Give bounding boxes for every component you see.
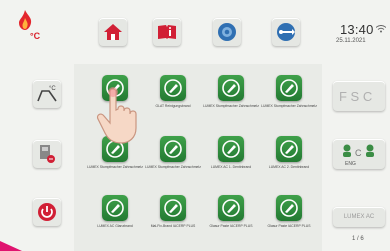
info-button[interactable] xyxy=(153,18,181,46)
program-tile[interactable]: Glasur Paste IACERP PLUS xyxy=(198,195,264,228)
wifi-icon xyxy=(376,25,386,33)
pressing-button[interactable] xyxy=(33,140,61,168)
program-brush-icon xyxy=(276,195,302,221)
program-tile[interactable]: Mal-Fix-Brand IACERP PLUS xyxy=(140,195,206,228)
program-label: LUMEX Stumpfmacher Zahnschmelz xyxy=(145,165,201,169)
program-tile[interactable]: LUMEX Stumpfmacher Zahnschmelz xyxy=(256,75,322,108)
program-label: LUMEX AC Glanzbrand xyxy=(97,224,133,228)
svg-text:F S C: F S C xyxy=(339,89,372,104)
users-icon: C ENG xyxy=(343,144,374,167)
program-brush-icon xyxy=(160,75,186,101)
language-label: ENG xyxy=(345,161,356,167)
program-brush-icon xyxy=(102,195,128,221)
category-label: LUMEX AC xyxy=(343,214,375,220)
date: 25.11.2021 xyxy=(336,38,366,44)
info-icon xyxy=(158,25,176,39)
program-tile[interactable]: LUMEX Stumpfmacher Zahnschmelz xyxy=(198,75,264,108)
language-box[interactable]: C ENG xyxy=(333,139,385,169)
touch-hand-icon xyxy=(96,87,137,144)
power-icon xyxy=(38,203,56,221)
program-brush-icon xyxy=(160,136,186,162)
flame-icon xyxy=(19,10,32,30)
power-button[interactable] xyxy=(33,198,61,226)
home-icon xyxy=(104,24,122,40)
vacuum-icon xyxy=(218,23,236,41)
program-brush-icon xyxy=(276,136,302,162)
program-brush-icon xyxy=(218,195,244,221)
press-icon xyxy=(40,145,55,163)
program-label: LUMEX Stumpfmacher Zahnschmelz xyxy=(261,104,317,108)
temperature-unit: °C xyxy=(30,31,41,41)
svg-text:C: C xyxy=(355,148,362,158)
corner-accent xyxy=(0,241,22,251)
program-label: LUMEX AC 2. Dentinbrand xyxy=(268,165,310,169)
program-brush-icon xyxy=(218,75,244,101)
program-label: Mal-Fix-Brand IACERP PLUS xyxy=(150,224,196,228)
usb-button[interactable] xyxy=(272,18,300,46)
program-label: LUMEX Stumpfmacher Zahnschmelz xyxy=(87,165,143,169)
program-tile[interactable]: LUMEX Stumpfmacher Zahnschmelz xyxy=(140,136,206,169)
category-label-box[interactable]: LUMEX AC xyxy=(333,207,385,227)
program-tile[interactable]: LUMEX AC Glanzbrand xyxy=(82,195,148,228)
svg-text:°C: °C xyxy=(49,86,56,92)
vacuum-button[interactable] xyxy=(213,18,241,46)
program-tile[interactable]: GLAT Reinigungsbrand xyxy=(140,75,206,108)
home-button[interactable] xyxy=(99,18,127,46)
clock: 13:40 xyxy=(340,22,374,37)
furnace-control-screen: °C 13:40 25.11.2021 °C GLAT Reinigungsbr… xyxy=(0,0,390,251)
program-tile[interactable]: LUMEX AC 1. Dentinbrand xyxy=(198,136,264,169)
program-label: GLAT Reinigungsbrand xyxy=(155,104,191,108)
usb-icon xyxy=(277,23,295,41)
program-label: Glasur Paste IACERP PLUS xyxy=(209,224,253,228)
program-label: LUMEX Stumpfmacher Zahnschmelz xyxy=(203,104,259,108)
program-type-icon: F S C xyxy=(339,89,372,104)
program-label: LUMEX AC 1. Dentinbrand xyxy=(210,165,252,169)
program-tile[interactable]: LUMEX AC 2. Dentinbrand xyxy=(256,136,322,169)
program-brush-icon xyxy=(160,195,186,221)
temperature-curve-icon: °C xyxy=(37,86,57,102)
program-brush-icon xyxy=(276,75,302,101)
program-tile[interactable]: Glasur Paste IACERP PLUS xyxy=(256,195,322,228)
program-label: Glasur Paste IACERP PLUS xyxy=(267,224,311,228)
program-brush-icon xyxy=(218,136,244,162)
temperature-curve-button[interactable]: °C xyxy=(33,80,61,108)
program-type-box[interactable]: F S C xyxy=(333,81,385,111)
page-indicator: 1 / 6 xyxy=(352,236,364,242)
